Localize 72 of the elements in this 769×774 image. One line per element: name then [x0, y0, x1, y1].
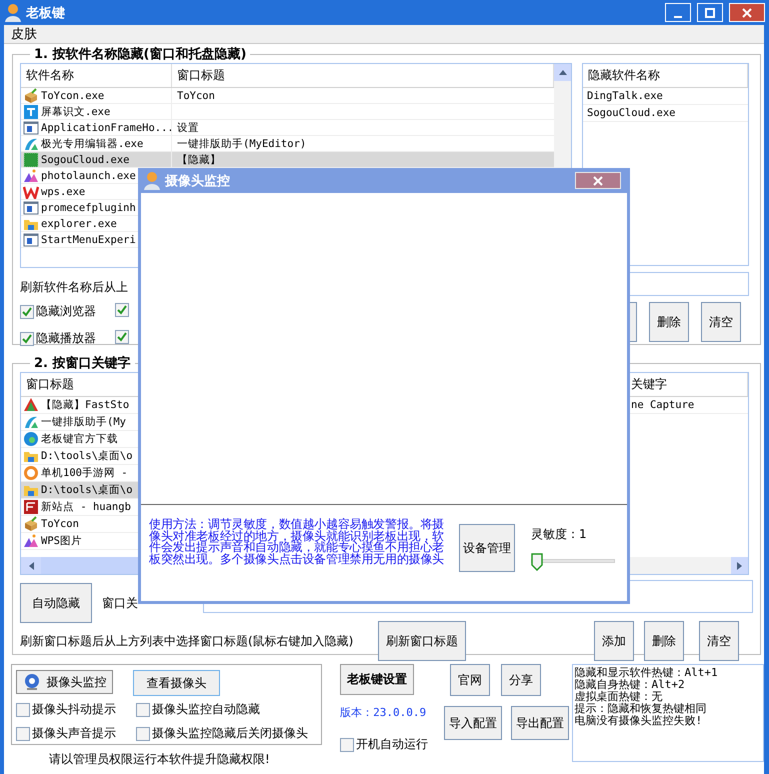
table-cell: D:\tools\桌面\o	[41, 483, 133, 497]
group-title: 2. 按窗口关键字	[33, 354, 132, 372]
info-line: 虚拟桌面热键：无	[574, 691, 664, 703]
checkbox-label: 隐藏播放器	[36, 330, 96, 347]
checkbox-label: 摄像头声音提示	[32, 725, 116, 742]
table-cell: ToYcon	[41, 518, 79, 530]
checkbox-label: 摄像头监控自动隐藏	[152, 701, 260, 718]
table-cell: 屏幕识文.exe	[41, 104, 110, 118]
view-camera-button[interactable]: 查看摄像头	[133, 670, 220, 696]
dialog-title: 摄像头监控	[165, 172, 231, 190]
table-cell: 设置	[177, 120, 199, 134]
table-cell: 【隐藏】	[177, 152, 221, 166]
table-cell: 单机100手游网 -	[41, 466, 128, 480]
info-line: 提示：隐藏和恢复热键相同	[574, 703, 708, 715]
admin-notice: 请以管理员权限运行本软件提升隐藏权限!	[49, 751, 270, 768]
camera-monitor-button[interactable]: 摄像头监控	[16, 670, 113, 694]
refresh-button[interactable]: 刷新窗口标题	[378, 621, 466, 661]
table-cell: ToYcon	[177, 90, 215, 102]
table-cell: 一键排版助手(MyEditor)	[177, 136, 306, 150]
sensitivity-label: 灵敏度：1	[531, 526, 588, 543]
table-cell: explorer.exe	[41, 218, 117, 230]
group-title: 1. 按软件名称隐藏(窗口和托盘隐藏)	[33, 46, 248, 63]
settings-button[interactable]: 老板键设置	[340, 664, 414, 695]
auto-hide-button[interactable]: 自动隐藏	[20, 583, 92, 623]
table-cell: promecefpluginh	[41, 202, 136, 214]
list-item[interactable]: SogouCloud.exe	[587, 107, 676, 119]
table-cell: WPS图片	[41, 534, 82, 548]
table-cell: 一键排版助手(My	[41, 415, 126, 429]
table-cell: D:\tools\桌面\o	[41, 449, 133, 463]
export-button[interactable]: 导出配置	[510, 706, 569, 740]
field-label: 窗口关	[102, 595, 138, 612]
table-cell: ApplicationFrameHo...	[41, 122, 171, 134]
table-row[interactable]: 极光专用编辑器.exe 一键排版助手(MyEditor)	[21, 136, 554, 152]
info-line: 电脑没有摄像头监控失败!	[574, 715, 704, 727]
table-row[interactable]: SogouCloud.exe 【隐藏】	[21, 152, 554, 168]
menu-item[interactable]: 皮肤	[11, 25, 37, 43]
action-button[interactable]: 添加	[594, 621, 634, 661]
device-manager-button[interactable]: 设备管理	[459, 524, 515, 572]
table-cell: 极光专用编辑器.exe	[41, 136, 144, 150]
table-cell: 【隐藏】FastSto	[41, 398, 130, 412]
table-row[interactable]: ApplicationFrameHo... 设置	[21, 120, 554, 136]
info-line: 隐藏和显示软件热键：Alt+1	[574, 667, 719, 679]
table-cell: StartMenuExperi	[41, 234, 136, 246]
version-text: 版本：23.0.0.9	[340, 705, 428, 720]
table-cell: 老板键官方下载	[41, 432, 118, 446]
checkbox-label: 摄像头抖动提示	[32, 701, 116, 718]
action-button[interactable]: 清空	[699, 621, 739, 661]
column-header[interactable]: 隐藏软件名称	[583, 64, 748, 87]
table-cell: 新站点 - huangb	[41, 500, 131, 514]
table-row[interactable]: 屏幕识文.exe	[21, 104, 554, 120]
action-button[interactable]: 删除	[644, 621, 684, 661]
import-button[interactable]: 导入配置	[444, 706, 502, 740]
list-item[interactable]: DingTalk.exe	[587, 90, 663, 102]
checkbox-label: 摄像头监控隐藏后关闭摄像头	[152, 725, 308, 742]
hint-text: 刷新窗口标题后从上方列表中选择窗口标题(鼠标右键加入隐藏)	[20, 632, 354, 650]
action-button[interactable]: 清空	[701, 302, 741, 342]
column-header[interactable]: 软件名称	[21, 64, 172, 87]
checkbox-label: 开机自动运行	[356, 736, 428, 753]
window-title: 老板键	[26, 4, 66, 22]
share-button[interactable]: 分享	[500, 664, 541, 696]
list-item[interactable]: ne Capture	[631, 399, 694, 411]
info-line: 隐藏自身热键：Alt+2	[574, 679, 686, 691]
website-button[interactable]: 官网	[450, 664, 490, 696]
table-cell: wps.exe	[41, 186, 86, 198]
action-button[interactable]: 删除	[649, 302, 689, 342]
table-cell: photolaunch.exe	[41, 170, 136, 182]
table-cell: SogouCloud.exe	[41, 154, 130, 166]
table-row[interactable]: ToYcon.exe ToYcon	[21, 88, 554, 104]
hint-text: 刷新软件名称后从上	[20, 279, 128, 296]
usage-text: 使用方法：调节灵敏度，数值越小越容易触发警报。将摄像头对准老板经过的地方，摄像头就能识别老板出现，软件会发出提示声音和自动隐藏，就能专心摸鱼不用担心老板突然出现。多个摄像头点击设备管理禁用无用的摄像头	[149, 519, 446, 565]
table-cell: ToYcon.exe	[41, 90, 104, 102]
checkbox-label: 隐藏浏览器	[36, 303, 96, 320]
